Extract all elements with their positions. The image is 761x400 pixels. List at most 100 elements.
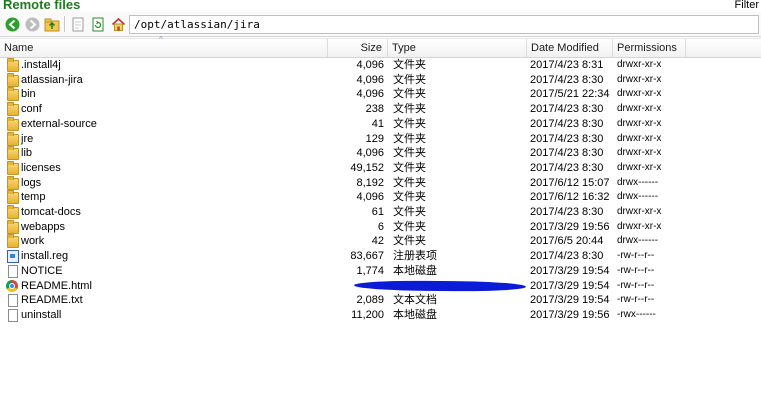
file-row[interactable]: lib 4,096 文件夹 2017/4/23 8:30 drwxr-xr-x [0,146,761,161]
column-header-date[interactable]: Date Modified [527,39,613,57]
file-name: conf [21,103,42,116]
back-icon[interactable] [4,16,20,32]
file-row[interactable]: work 42 文件夹 2017/6/5 20:44 drwx------ [0,234,761,249]
file-permissions: -rw-r--r-- [617,294,655,306]
sort-ascending-icon: ^ [159,35,163,44]
file-type: 文件夹 [393,176,426,189]
file-row[interactable]: temp 4,096 文件夹 2017/6/12 16:32 drwx------ [0,190,761,205]
filter-label[interactable]: Filter [735,0,759,12]
folder-icon [6,102,19,117]
file-date-modified: 2017/3/29 19:56 [530,308,610,321]
file-type: 文件夹 [393,117,426,130]
file-row[interactable]: licenses 49,152 文件夹 2017/4/23 8:30 drwxr-xr-… [0,160,761,176]
column-header-type-label: Type [392,42,416,54]
column-header-size-label: Size [360,42,382,54]
file-size: 49,152 [350,161,384,174]
file-row[interactable]: uninstall 11,200 本地磁盘 2017/3/29 19:56 -rwx--… [0,308,761,323]
file-permissions: drwx------ [617,191,659,203]
file-type: 注册表项 [393,250,437,263]
file-row[interactable]: bin 4,096 文件夹 2017/5/21 22:34 drwxr-xr-x [0,87,761,102]
file-permissions: drwxr-xr-x [617,103,662,115]
file-size: 41 [371,117,384,130]
file-row[interactable]: README.txt 2,089 文本文档 2017/3/29 19:54 -rw-r-… [0,293,761,308]
file-row[interactable]: atlassian-jira 4,096 文件夹 2017/4/23 8:30 drwx… [0,72,761,88]
toolbar: /opt/atlassian/jira [0,12,761,37]
file-size: 2,089 [356,294,384,307]
file-type: 文件夹 [393,88,426,101]
file-name: tomcat-docs [21,206,81,218]
file-date-modified: 2017/5/21 22:34 [530,88,610,101]
file-type: 文件夹 [393,132,426,145]
folder-icon [6,58,19,72]
file-row[interactable]: external-source 41 文件夹 2017/4/23 8:30 drwxr-… [0,116,761,132]
file-row[interactable]: NOTICE 1,774 本地磁盘 2017/3/29 19:54 -rw-r--r-- [0,264,761,279]
file-name: bin [21,88,36,101]
file-list-header: Name ^ Size Type Date Modified Permissio… [0,35,761,58]
file-size: 4,096 [356,191,384,204]
file-row[interactable]: jre 129 文件夹 2017/4/23 8:30 drwxr-xr-x [0,131,761,147]
file-type: 文件夹 [393,191,426,204]
file-permissions: drwx------ [617,235,659,247]
file-name: external-source [21,117,97,130]
file-size: 11,200 [351,308,384,321]
file-date-modified: 2017/4/23 8:30 [530,147,604,160]
path-input[interactable]: /opt/atlassian/jira [129,15,759,34]
file-name: README.html [21,279,92,292]
column-header-name-label: Name [4,42,34,54]
file-permissions: drwxr-xr-x [617,73,662,85]
new-file-icon[interactable] [70,16,86,32]
file-size: 1,774 [356,264,384,277]
forward-icon[interactable] [24,16,40,32]
file-date-modified: 2017/4/23 8:30 [530,73,604,86]
file-date-modified: 2017/4/23 8:30 [530,161,604,174]
file-size: 4,096 [356,73,384,86]
file-type: 文件夹 [393,147,426,160]
file-row[interactable]: webapps 6 文件夹 2017/3/29 19:56 drwxr-xr-x [0,219,761,235]
file-date-modified: 2017/3/29 19:54 [530,294,610,307]
file-name: README.txt [21,294,83,307]
file-name: .install4j [21,59,61,71]
column-header-type[interactable]: Type [388,39,527,57]
registry-file-icon [6,249,19,264]
file-name: logs [21,176,42,189]
file-name: NOTICE [21,264,63,277]
file-size: 4,096 [356,59,384,71]
column-header-name[interactable]: Name ^ [0,35,328,57]
file-type: 文本文档 [393,294,437,307]
file-size: 4,096 [356,88,384,101]
column-header-size[interactable]: Size [328,39,388,57]
file-permissions: -rwx------ [617,308,656,320]
file-type: 文件夹 [393,235,426,248]
parent-folder-icon[interactable] [44,16,60,32]
file-row[interactable]: conf 238 文件夹 2017/4/23 8:30 drwxr-xr-x [0,102,761,117]
file-permissions: drwxr-xr-x [617,117,662,129]
column-header-permissions[interactable]: Permissions [613,39,686,57]
file-permissions: -rw-r--r-- [617,279,655,291]
file-size: 8,192 [356,176,384,189]
file-type: 文件夹 [393,103,426,116]
file-name: install.reg [21,250,69,263]
file-name: temp [21,191,46,204]
file-icon [6,293,19,308]
file-name: atlassian-jira [21,73,83,86]
file-size: 4,096 [356,147,384,160]
file-row[interactable]: tomcat-docs 61 文件夹 2017/4/23 8:30 drwxr-xr-x [0,205,761,220]
file-row[interactable]: .install4j 4,096 文件夹 2017/4/23 8:31 drwxr-xr… [0,58,761,73]
file-row[interactable]: install.reg 83,667 注册表项 2017/4/23 8:30 -rw-r… [0,249,761,264]
file-permissions: drwxr-xr-x [617,147,662,159]
file-type: 文件夹 [393,220,426,233]
folder-icon [6,175,19,190]
file-type: 文件夹 [393,73,426,86]
file-name: uninstall [21,308,62,321]
home-icon[interactable] [110,16,126,32]
file-permissions: drwxr-xr-x [617,206,662,217]
file-size: 42 [371,235,384,248]
file-permissions: -rw-r--r-- [617,250,655,262]
refresh-icon[interactable] [90,16,106,32]
file-date-modified: 2017/4/23 8:30 [530,250,604,263]
file-date-modified: 2017/4/23 8:30 [530,206,604,218]
file-row[interactable]: logs 8,192 文件夹 2017/6/12 15:07 drwx------ [0,175,761,191]
file-type: 文件夹 [393,161,426,174]
file-permissions: -rw-r--r-- [617,264,655,276]
folder-icon [6,190,19,205]
